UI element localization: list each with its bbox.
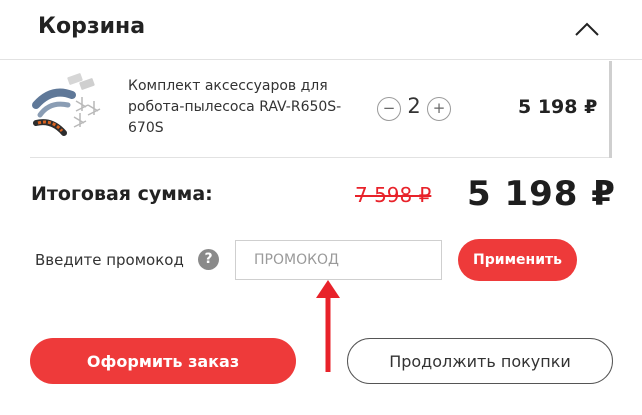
item-price: 5 198 ₽ [518,96,598,118]
chevron-up-icon [575,22,599,36]
cart-scrollbar[interactable] [609,61,612,158]
minus-icon: − [382,99,396,117]
cart-header: Корзина [0,0,642,60]
total-price: 5 198 ₽ [467,174,616,214]
collapse-button[interactable] [570,14,604,42]
product-image[interactable] [30,71,110,139]
checkout-button[interactable]: Оформить заказ [30,338,296,384]
plus-icon: + [432,99,446,117]
product-accessories-image [32,73,101,136]
cart-title: Корзина [38,14,146,39]
old-price: 7 598 ₽ [355,183,432,207]
annotation-arrow-icon [316,280,340,372]
quantity-value: 2 [407,94,421,118]
product-name[interactable]: Комплект аксессуаров для робота-пылесоса… [128,76,343,139]
apply-promo-button[interactable]: Применить [458,239,577,281]
continue-shopping-button[interactable]: Продолжить покупки [347,338,613,384]
total-label: Итоговая сумма: [31,183,213,205]
promo-label: Введите промокод [35,251,184,269]
help-icon[interactable]: ? [198,249,219,270]
quantity-increase-button[interactable]: + [427,97,451,121]
promo-code-input[interactable] [235,240,442,280]
quantity-decrease-button[interactable]: − [377,97,401,121]
